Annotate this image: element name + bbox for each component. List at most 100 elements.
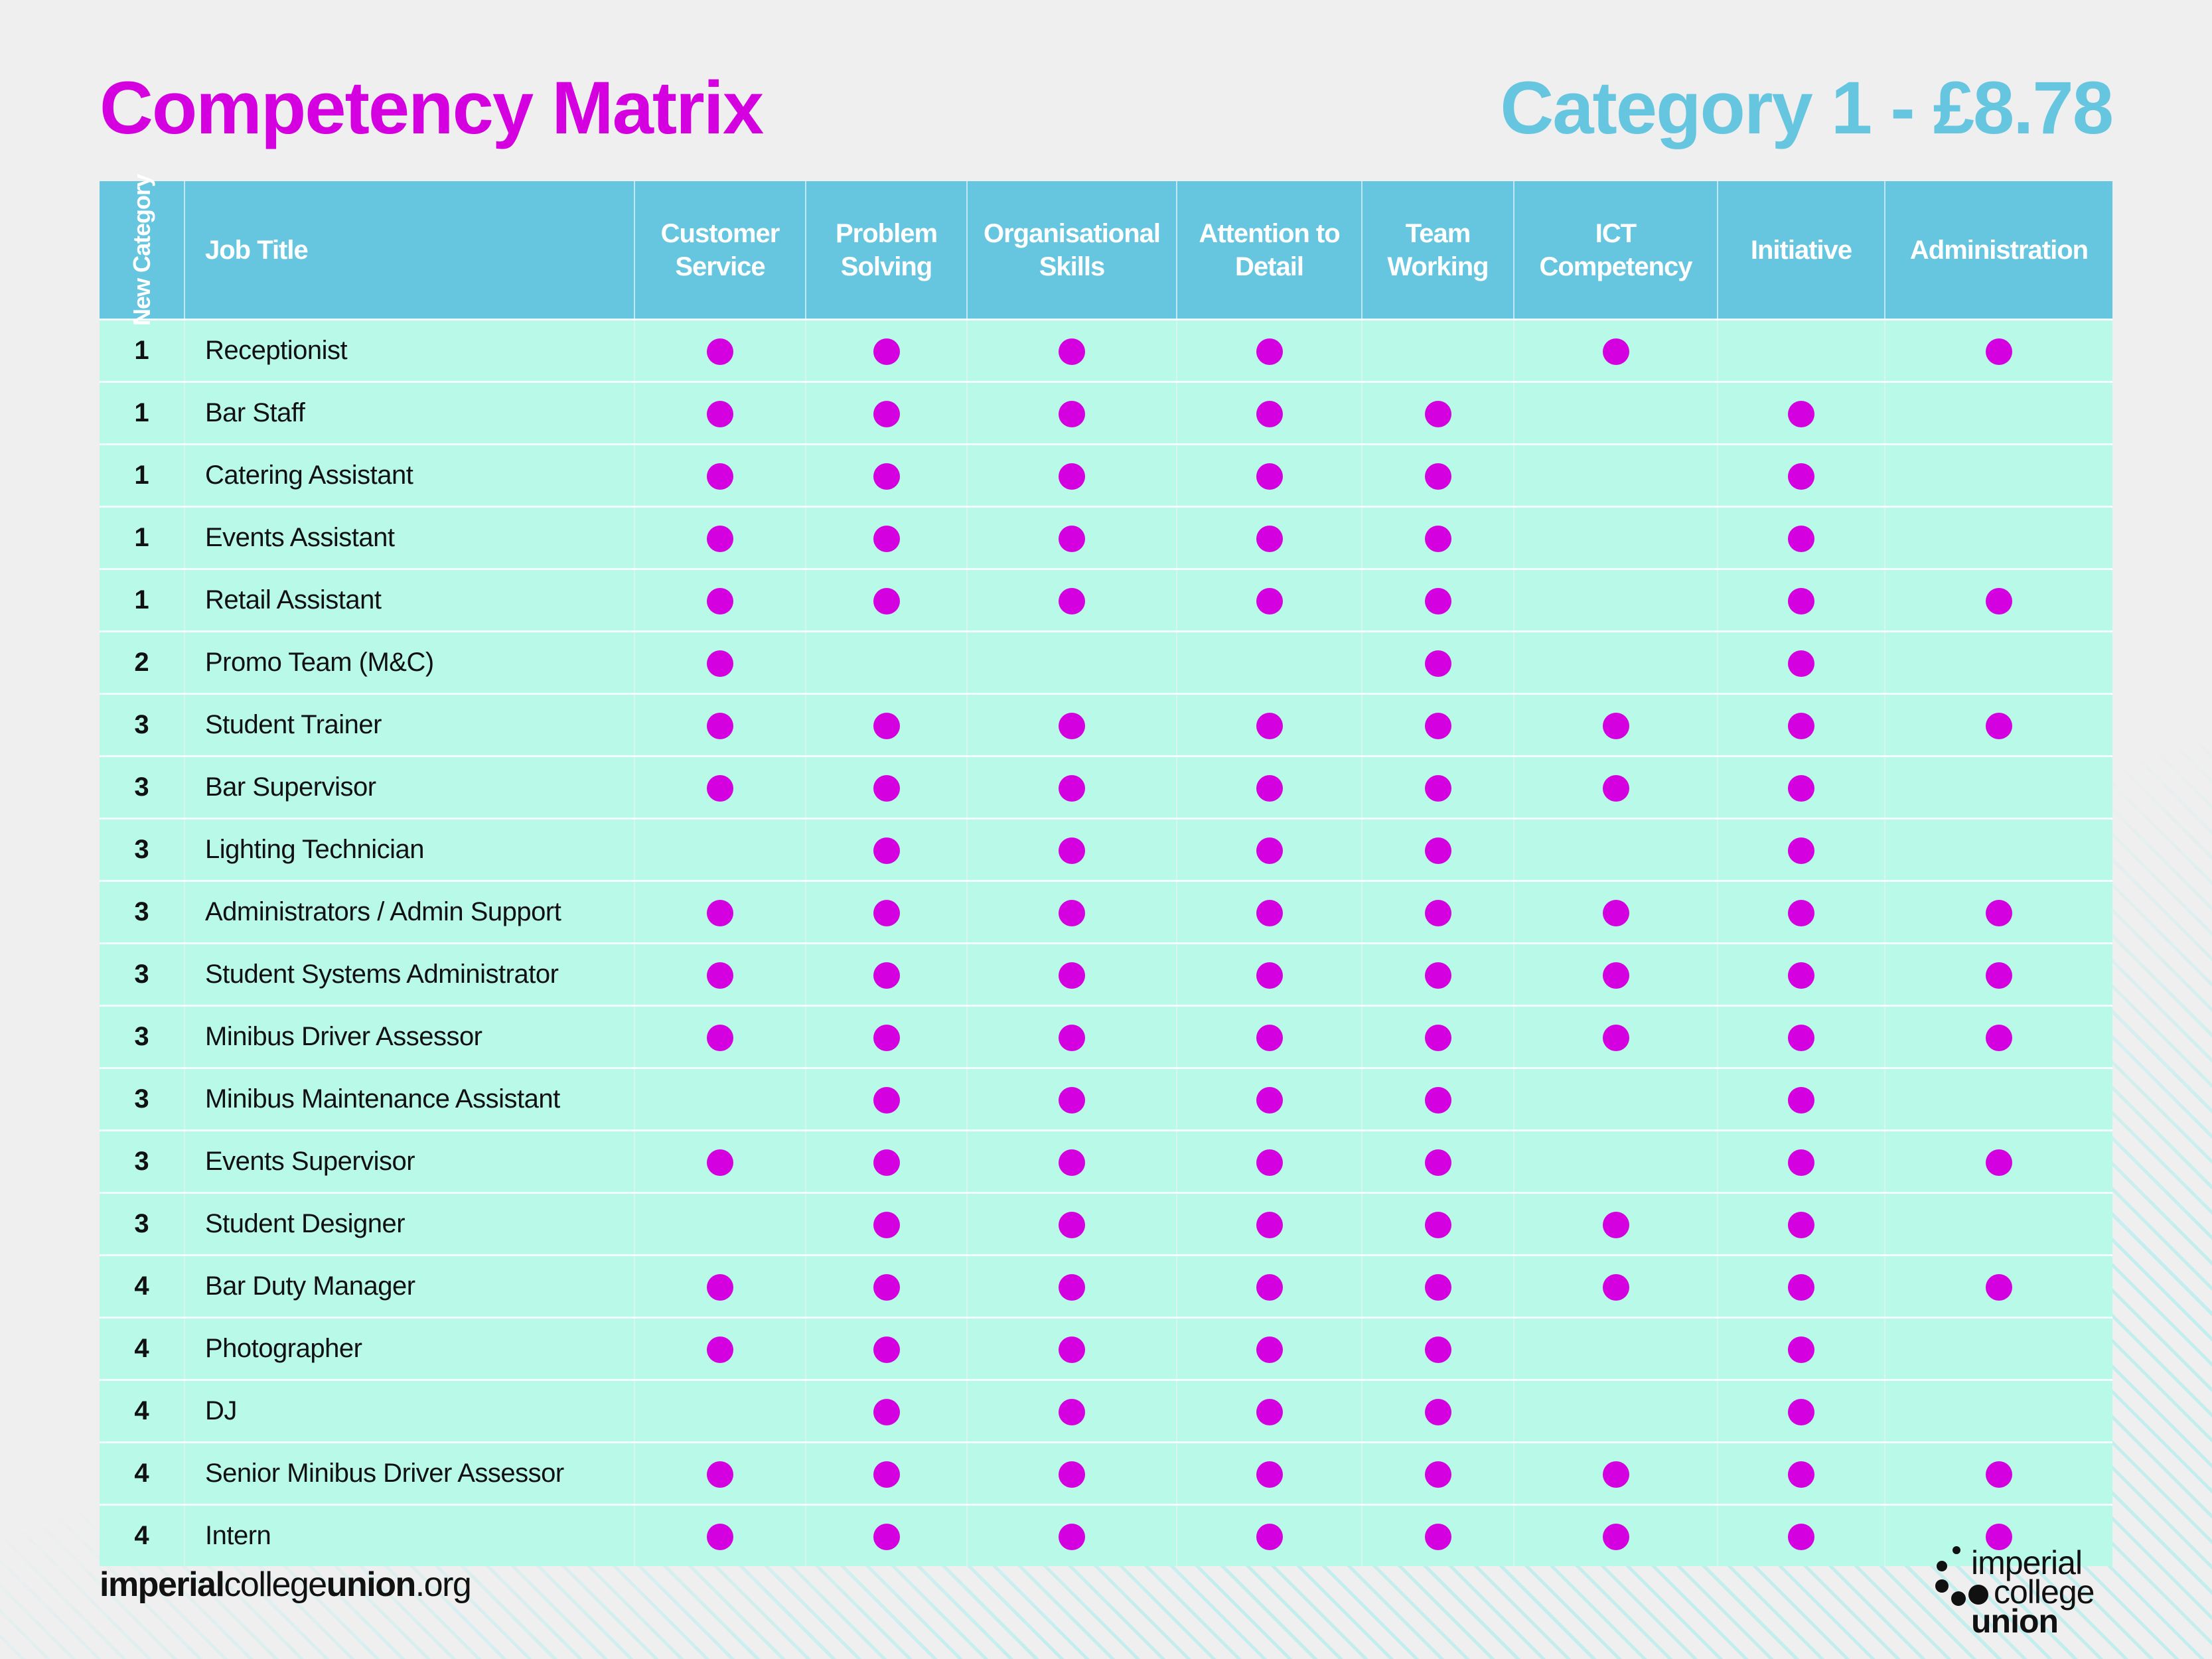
footer-website-url[interactable]: imperialcollegeunion.org bbox=[100, 1565, 472, 1605]
cell-problem-solving bbox=[805, 942, 967, 1006]
competency-dot-icon bbox=[707, 713, 733, 740]
cell-attention-to-detail bbox=[1176, 755, 1362, 819]
cell-attention-to-detail bbox=[1176, 942, 1362, 1006]
table-row: 4 Bar Duty Manager bbox=[100, 1254, 2112, 1318]
header-organisational-skills: Organisational Skills bbox=[966, 181, 1177, 320]
cell-customer-service bbox=[634, 693, 806, 757]
cell-attention-to-detail bbox=[1176, 818, 1362, 881]
row-category: 1 bbox=[100, 319, 184, 382]
cell-problem-solving bbox=[805, 693, 967, 757]
competency-dot-icon bbox=[1256, 1461, 1283, 1488]
competency-dot-icon bbox=[1059, 1336, 1085, 1364]
page-title: Competency Matrix bbox=[100, 66, 764, 149]
row-job-title: Student Trainer bbox=[184, 693, 634, 757]
row-job-title: Photographer bbox=[184, 1317, 634, 1380]
cell-ict-competency bbox=[1513, 319, 1718, 382]
header-initiative: Initiative bbox=[1717, 181, 1885, 320]
competency-dot-icon bbox=[1602, 1212, 1629, 1239]
cell-initiative bbox=[1717, 1067, 1885, 1131]
cell-initiative bbox=[1717, 693, 1885, 757]
competency-dot-icon bbox=[1256, 1399, 1283, 1426]
competency-dot-icon bbox=[1602, 1025, 1629, 1052]
competency-dot-icon bbox=[873, 463, 900, 490]
cell-customer-service bbox=[634, 755, 806, 819]
competency-dot-icon bbox=[707, 1524, 733, 1551]
competency-dot-icon bbox=[1059, 1274, 1085, 1301]
competency-dot-icon bbox=[1059, 463, 1085, 490]
cell-customer-service bbox=[634, 1192, 806, 1256]
competency-dot-icon bbox=[707, 588, 733, 615]
competency-dot-icon bbox=[1788, 1274, 1814, 1301]
competency-dot-icon bbox=[707, 775, 733, 802]
row-job-title: Promo Team (M&C) bbox=[184, 630, 634, 694]
competency-dot-icon bbox=[1059, 1212, 1085, 1239]
competency-dot-icon bbox=[873, 1025, 900, 1052]
cell-problem-solving bbox=[805, 506, 967, 569]
cell-initiative bbox=[1717, 818, 1885, 881]
cell-team-working bbox=[1361, 1192, 1514, 1256]
competency-dot-icon bbox=[1424, 837, 1451, 865]
cell-initiative bbox=[1717, 1441, 1885, 1505]
competency-dot-icon bbox=[1986, 1461, 2012, 1488]
cell-administration bbox=[1884, 755, 2112, 819]
row-job-title: Receptionist bbox=[184, 319, 634, 382]
row-job-title: Senior Minibus Driver Assessor bbox=[184, 1441, 634, 1505]
table-row: 3 Student Systems Administrator bbox=[100, 942, 2112, 1006]
table-row: 3 Student Designer bbox=[100, 1192, 2112, 1256]
competency-dot-icon bbox=[707, 1025, 733, 1052]
competency-dot-icon bbox=[873, 1087, 900, 1114]
cell-ict-competency bbox=[1513, 1254, 1718, 1318]
cell-customer-service bbox=[634, 1317, 806, 1380]
competency-dot-icon bbox=[707, 962, 733, 989]
header-ict-competency: ICT Competency bbox=[1513, 181, 1718, 320]
cell-ict-competency bbox=[1513, 568, 1718, 632]
competency-dot-icon bbox=[1986, 1274, 2012, 1301]
cell-initiative bbox=[1717, 1317, 1885, 1380]
row-job-title: Bar Staff bbox=[184, 381, 634, 445]
cell-customer-service bbox=[634, 443, 806, 507]
table-row: 3 Minibus Maintenance Assistant bbox=[100, 1067, 2112, 1131]
row-category: 3 bbox=[100, 1129, 184, 1193]
competency-dot-icon bbox=[1788, 1087, 1814, 1114]
competency-dot-icon bbox=[1788, 775, 1814, 802]
cell-problem-solving bbox=[805, 1254, 967, 1318]
cell-administration bbox=[1884, 319, 2112, 382]
cell-attention-to-detail bbox=[1176, 1067, 1362, 1131]
cell-problem-solving bbox=[805, 1005, 967, 1068]
competency-dot-icon bbox=[1788, 1212, 1814, 1239]
competency-dot-icon bbox=[1256, 526, 1283, 553]
cell-attention-to-detail bbox=[1176, 1317, 1362, 1380]
row-category: 2 bbox=[100, 630, 184, 694]
cell-administration bbox=[1884, 1254, 2112, 1318]
cell-initiative bbox=[1717, 630, 1885, 694]
competency-dot-icon bbox=[1424, 962, 1451, 989]
competency-dot-icon bbox=[1059, 401, 1085, 428]
cell-customer-service bbox=[634, 381, 806, 445]
row-job-title: Student Systems Administrator bbox=[184, 942, 634, 1006]
competency-dot-icon bbox=[707, 900, 733, 927]
cell-ict-competency bbox=[1513, 880, 1718, 944]
cell-initiative bbox=[1717, 443, 1885, 507]
row-job-title: Events Supervisor bbox=[184, 1129, 634, 1193]
cell-attention-to-detail bbox=[1176, 1005, 1362, 1068]
cell-problem-solving bbox=[805, 755, 967, 819]
row-category: 3 bbox=[100, 880, 184, 944]
cell-customer-service bbox=[634, 319, 806, 382]
matrix-body: 1 Receptionist 1 Bar Staff 1 Catering Assista… bbox=[100, 319, 2112, 1566]
cell-organisational-skills bbox=[966, 443, 1177, 507]
competency-dot-icon bbox=[1788, 1399, 1814, 1426]
competency-dot-icon bbox=[1059, 1399, 1085, 1426]
table-row: 1 Bar Staff bbox=[100, 381, 2112, 445]
competency-dot-icon bbox=[873, 1461, 900, 1488]
cell-organisational-skills bbox=[966, 755, 1177, 819]
cell-ict-competency bbox=[1513, 693, 1718, 757]
cell-attention-to-detail bbox=[1176, 506, 1362, 569]
cell-team-working bbox=[1361, 630, 1514, 694]
competency-dot-icon bbox=[1602, 1461, 1629, 1488]
row-job-title: Administrators / Admin Support bbox=[184, 880, 634, 944]
cell-administration bbox=[1884, 1005, 2112, 1068]
cell-organisational-skills bbox=[966, 1317, 1177, 1380]
cell-administration bbox=[1884, 1129, 2112, 1193]
logo-word-union: union bbox=[1971, 1603, 2059, 1640]
cell-team-working bbox=[1361, 1129, 1514, 1193]
